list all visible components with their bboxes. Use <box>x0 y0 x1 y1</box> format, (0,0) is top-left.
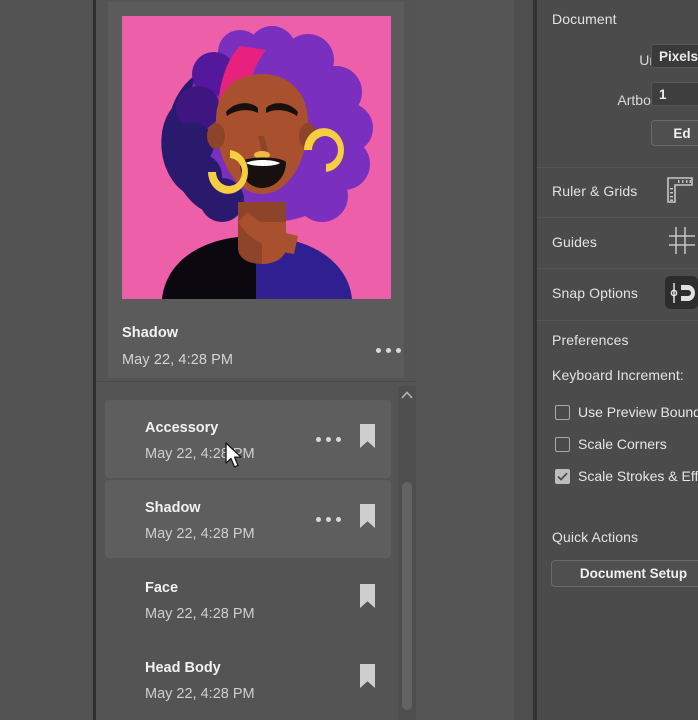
properties-panel: Document Units: Pixels Artboard: 1 Ed Ru… <box>537 0 698 720</box>
list-item-date: May 22, 4:28 PM <box>145 526 255 542</box>
checkbox-use-preview-bounds[interactable]: Use Preview Bound <box>555 404 698 420</box>
checkbox-label: Use Preview Bound <box>578 404 698 420</box>
checkbox-scale-strokes-effects[interactable]: Scale Strokes & Effe <box>555 468 698 484</box>
checkbox-box[interactable] <box>555 469 570 484</box>
portrait-illustration-svg <box>122 16 391 299</box>
checkbox-box[interactable] <box>555 437 570 452</box>
divider <box>537 320 698 321</box>
bookmark-icon[interactable] <box>360 584 376 610</box>
mouse-pointer-icon <box>224 442 244 470</box>
more-options-icon <box>376 342 406 358</box>
list-item-title: Shadow <box>145 500 201 516</box>
checkbox-box[interactable] <box>555 405 570 420</box>
list-item-title: Face <box>145 580 178 596</box>
bookmark-icon[interactable] <box>360 504 376 530</box>
section-snap-options-label: Snap Options <box>552 285 638 301</box>
list-item-date: May 22, 4:28 PM <box>145 686 255 702</box>
bookmark-icon[interactable] <box>360 664 376 690</box>
list-item-more-options-icon[interactable] <box>316 512 346 526</box>
asset-thumbnail[interactable] <box>122 16 391 299</box>
list-item-title: Head Body <box>145 660 221 676</box>
bookmark-icon[interactable] <box>360 424 376 450</box>
more-options-icon <box>316 432 346 446</box>
document-setup-button[interactable]: Document Setup <box>551 560 698 587</box>
divider <box>537 268 698 269</box>
magnet-snap-icon[interactable] <box>665 276 698 309</box>
app-root: Shadow May 22, 4:28 PM Accessory May 22,… <box>0 0 698 720</box>
list-scrollbar[interactable] <box>398 386 416 720</box>
asset-list: Accessory May 22, 4:28 PM Shadow May 22,… <box>96 386 418 720</box>
list-item[interactable]: Accessory May 22, 4:28 PM <box>105 400 391 478</box>
list-item[interactable]: Face May 22, 4:28 PM <box>105 560 391 638</box>
checkbox-label: Scale Strokes & Effe <box>578 468 698 484</box>
asset-card-more-options-icon[interactable] <box>376 342 406 358</box>
more-options-icon <box>316 512 346 526</box>
checkbox-label: Scale Corners <box>578 436 667 452</box>
units-dropdown[interactable]: Pixels <box>651 44 698 68</box>
list-item-more-options-icon[interactable] <box>316 432 346 446</box>
list-item-date: May 22, 4:28 PM <box>145 606 255 622</box>
chevron-up-icon[interactable] <box>398 388 416 402</box>
list-scrollbar-thumb[interactable] <box>402 482 412 710</box>
divider <box>537 217 698 218</box>
panel-resize-track[interactable] <box>514 0 534 720</box>
edit-artboards-button[interactable]: Ed <box>651 120 698 146</box>
card-separator <box>96 381 418 382</box>
asset-card[interactable]: Shadow May 22, 4:28 PM <box>108 2 404 378</box>
list-item-title: Accessory <box>145 420 218 436</box>
preferences-heading: Preferences <box>552 332 629 348</box>
document-heading: Document <box>552 11 617 27</box>
artboard-input[interactable]: 1 <box>651 82 698 106</box>
ruler-icon[interactable] <box>666 176 694 209</box>
divider <box>537 167 698 168</box>
section-ruler-grids-label: Ruler & Grids <box>552 183 637 199</box>
list-item[interactable]: Shadow May 22, 4:28 PM <box>105 480 391 558</box>
left-panel-divider <box>93 0 96 720</box>
checkbox-scale-corners[interactable]: Scale Corners <box>555 436 667 452</box>
asset-card-title: Shadow <box>122 325 178 341</box>
asset-card-date: May 22, 4:28 PM <box>122 352 233 368</box>
list-item[interactable]: Head Body May 22, 4:28 PM <box>105 640 391 718</box>
asset-panel: Shadow May 22, 4:28 PM Accessory May 22,… <box>96 0 418 720</box>
keyboard-increment-label: Keyboard Increment: <box>552 367 684 383</box>
quick-actions-heading: Quick Actions <box>552 529 638 545</box>
guides-grid-icon[interactable] <box>666 226 696 261</box>
section-guides-label: Guides <box>552 234 597 250</box>
